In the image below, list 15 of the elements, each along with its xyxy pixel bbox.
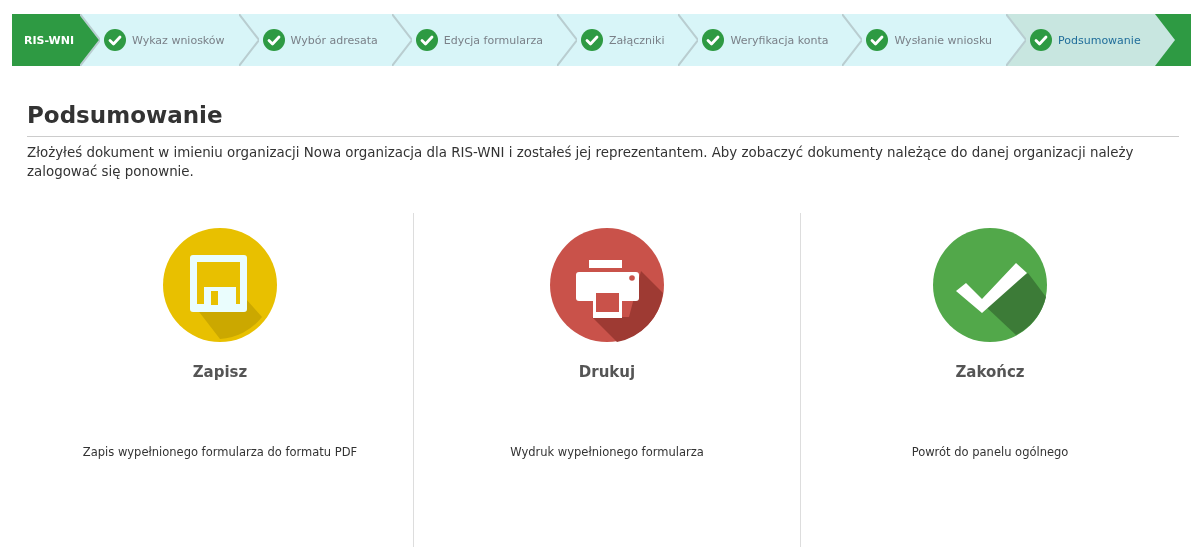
breadcrumb-step[interactable]: Wybór adresata (258, 14, 392, 66)
breadcrumb-step[interactable]: Weryfikacja konta (698, 14, 843, 66)
checkmark-icon[interactable] (932, 227, 1048, 343)
printer-icon[interactable] (549, 227, 665, 343)
action-description: Powrót do panelu ogólnego (911, 445, 1069, 459)
breadcrumb-step[interactable]: Wykaz wniosków (100, 14, 239, 66)
page-title: Podsumowanie (27, 102, 1179, 137)
action-title[interactable]: Zapisz (192, 363, 248, 381)
breadcrumb-step[interactable]: Załączniki (577, 14, 679, 66)
action-description: Wydruk wypełnionego formularza (510, 445, 704, 459)
action-title[interactable]: Zakończ (955, 363, 1025, 381)
info-message: Złożyłeś dokument w imieniu organizacji Nowa organizacja dla RIS-WNI i zostałeś jej reprezentantem. Aby zobaczyć dokumenty należące do danej organizacji należy zalogować się ponownie. (27, 144, 1135, 181)
action-title[interactable]: Drukuj (578, 363, 636, 381)
breadcrumb-step[interactable]: Edycja formularza (411, 14, 558, 66)
action-description: Zapis wypełnionego formularza do formatu PDF (82, 445, 358, 459)
